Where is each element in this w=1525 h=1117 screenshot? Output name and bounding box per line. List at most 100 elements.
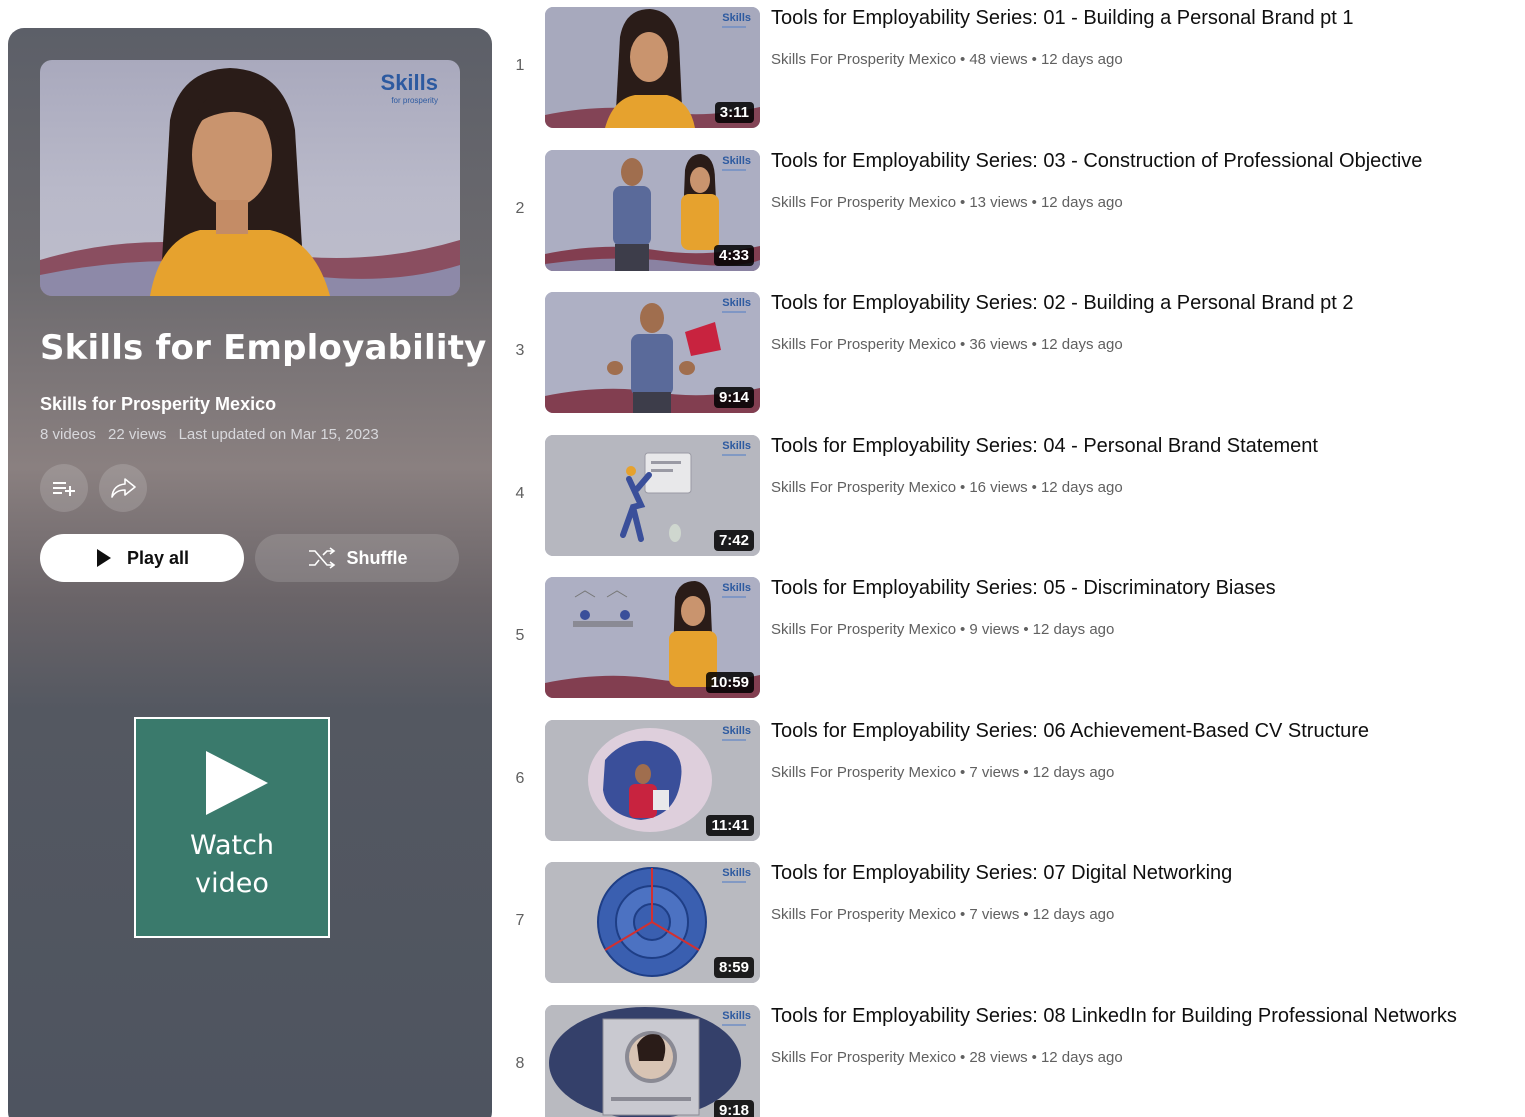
playlist-owner-link[interactable]: Skills for Prosperity Mexico: [40, 394, 276, 415]
playlist-video-row[interactable]: 3 Skills 9:14 Tools for Employability Se…: [500, 292, 1525, 416]
playlist-video-row[interactable]: 2 Skills 4:33 Tools for Employability Se…: [500, 150, 1525, 274]
share-icon: [111, 478, 136, 498]
channel-name-link[interactable]: Skills For Prosperity Mexico: [771, 336, 956, 353]
playlist-views: 22 views: [108, 426, 167, 443]
thumbnail-brand-text: Skills: [722, 867, 751, 879]
video-age: 12 days ago: [1040, 51, 1123, 68]
shuffle-button[interactable]: Shuffle: [255, 534, 459, 582]
channel-name-link[interactable]: Skills For Prosperity Mexico: [771, 621, 956, 638]
skills-logo: Skills: [722, 440, 751, 456]
video-meta: Skills For Prosperity Mexico • 13 views • 12…: [771, 194, 1123, 211]
video-index: 2: [515, 200, 525, 217]
playlist-video-row[interactable]: 8 Skills 9:18 Tools for Employability Se…: [500, 1005, 1525, 1117]
video-title-link[interactable]: Tools for Employability Series: 04 - Per…: [771, 435, 1318, 458]
video-meta: Skills For Prosperity Mexico • 36 views • 12…: [771, 336, 1123, 353]
video-age: 12 days ago: [1032, 906, 1115, 923]
video-thumbnail[interactable]: Skills 3:11: [545, 7, 760, 128]
playlist-title: Skills for Employability: [40, 328, 487, 368]
video-age: 12 days ago: [1040, 479, 1123, 496]
video-title-link[interactable]: Tools for Employability Series: 01 - Bui…: [771, 7, 1354, 30]
video-thumbnail[interactable]: Skills 9:14: [545, 292, 760, 413]
video-index: 8: [515, 1055, 525, 1072]
video-duration: 10:59: [705, 672, 754, 693]
video-index: 5: [515, 627, 525, 644]
video-thumbnail[interactable]: Skills 8:59: [545, 862, 760, 983]
shuffle-label: Shuffle: [346, 547, 408, 568]
thumbnail-brand-text: Skills: [722, 155, 751, 167]
channel-name-link[interactable]: Skills For Prosperity Mexico: [771, 906, 956, 923]
video-index: 4: [515, 485, 525, 502]
channel-name-link[interactable]: Skills For Prosperity Mexico: [771, 51, 956, 68]
playlist-header-panel: Skills for prosperity Skills for Employa…: [8, 28, 492, 1117]
channel-name-link[interactable]: Skills For Prosperity Mexico: [771, 479, 956, 496]
playlist-hero-thumbnail[interactable]: Skills for prosperity: [40, 60, 460, 296]
thumbnail-brand-text: Skills: [722, 12, 751, 24]
video-duration: 11:41: [706, 815, 754, 836]
video-age: 12 days ago: [1040, 336, 1123, 353]
video-title-link[interactable]: Tools for Employability Series: 05 - Dis…: [771, 577, 1276, 600]
shuffle-icon: [308, 547, 335, 569]
play-all-label: Play all: [126, 547, 190, 568]
channel-name-link[interactable]: Skills For Prosperity Mexico: [771, 1049, 956, 1066]
skills-logo: Skills: [722, 155, 751, 171]
channel-name-link[interactable]: Skills For Prosperity Mexico: [771, 764, 956, 781]
video-meta: Skills For Prosperity Mexico • 7 views • 12 …: [771, 764, 1115, 781]
skills-logo: Skills: [722, 582, 751, 598]
video-thumbnail[interactable]: Skills 7:42: [545, 435, 760, 556]
add-to-queue-button[interactable]: [40, 464, 88, 512]
thumbnail-brand-text: Skills: [722, 582, 751, 594]
playlist-video-row[interactable]: 7 Skills 8:59 Tools for Employability Se…: [500, 862, 1525, 986]
video-age: 12 days ago: [1040, 194, 1123, 211]
video-thumbnail[interactable]: Skills 10:59: [545, 577, 760, 698]
thumbnail-brand-text: Skills: [722, 725, 751, 737]
play-all-button[interactable]: Play all: [40, 534, 244, 582]
add-to-queue-icon: [53, 482, 75, 496]
playlist-video-row[interactable]: 1 Skills 3:11 Tools for Employability Se…: [500, 7, 1525, 131]
video-index: 3: [515, 342, 525, 359]
video-title-link[interactable]: Tools for Employability Series: 08 Linke…: [771, 1005, 1457, 1028]
video-index: 7: [515, 912, 525, 929]
skills-logo: Skills: [722, 725, 751, 741]
video-views: 28 views: [969, 1049, 1028, 1066]
video-count: 8 videos: [40, 426, 96, 443]
video-title-link[interactable]: Tools for Employability Series: 07 Digit…: [771, 862, 1232, 885]
video-views: 9 views: [969, 621, 1020, 638]
thumbnail-brand-text: Skills: [722, 1010, 751, 1022]
video-title-link[interactable]: Tools for Employability Series: 03 - Con…: [771, 150, 1422, 173]
channel-name-link[interactable]: Skills For Prosperity Mexico: [771, 194, 956, 211]
video-meta: Skills For Prosperity Mexico • 28 views • 12…: [771, 1049, 1123, 1066]
video-age: 12 days ago: [1032, 621, 1115, 638]
watch-video-button[interactable]: Watch video: [134, 717, 330, 938]
video-thumbnail[interactable]: Skills 4:33: [545, 150, 760, 271]
skills-logo: Skills: [722, 297, 751, 313]
skills-logo-subtext: for prosperity: [391, 96, 438, 105]
video-views: 7 views: [969, 764, 1020, 781]
skills-logo-text: Skills: [380, 70, 438, 95]
video-meta: Skills For Prosperity Mexico • 48 views • 12…: [771, 51, 1123, 68]
video-meta: Skills For Prosperity Mexico • 9 views • 12 …: [771, 621, 1115, 638]
video-views: 13 views: [969, 194, 1028, 211]
video-views: 36 views: [969, 336, 1028, 353]
video-meta: Skills For Prosperity Mexico • 7 views • 12 …: [771, 906, 1115, 923]
skills-logo: Skills: [722, 12, 751, 28]
video-thumbnail[interactable]: Skills 9:18: [545, 1005, 760, 1117]
thumbnail-brand-text: Skills: [722, 297, 751, 309]
skills-logo: Skills for prosperity: [381, 70, 438, 105]
video-duration: 7:42: [713, 530, 754, 551]
playlist-video-row[interactable]: 6 Skills 11:41 Tools for Employability S…: [500, 720, 1525, 844]
playlist-video-row[interactable]: 5 Skills 10:59 Tools for Employability S…: [500, 577, 1525, 701]
share-button[interactable]: [99, 464, 147, 512]
video-duration: 9:18: [713, 1100, 754, 1117]
video-title-link[interactable]: Tools for Employability Series: 06 Achie…: [771, 720, 1369, 743]
video-views: 7 views: [969, 906, 1020, 923]
playlist-video-row[interactable]: 4 Skills 7:42 Tools for Employability Se…: [500, 435, 1525, 559]
video-duration: 8:59: [713, 957, 754, 978]
video-duration: 4:33: [713, 245, 754, 266]
video-thumbnail[interactable]: Skills 11:41: [545, 720, 760, 841]
video-title-link[interactable]: Tools for Employability Series: 02 - Bui…: [771, 292, 1354, 315]
video-meta: Skills For Prosperity Mexico • 16 views • 12…: [771, 479, 1123, 496]
skills-logo: Skills: [722, 867, 751, 883]
thumbnail-brand-text: Skills: [722, 440, 751, 452]
video-age: 12 days ago: [1040, 1049, 1123, 1066]
play-icon: [96, 549, 111, 567]
